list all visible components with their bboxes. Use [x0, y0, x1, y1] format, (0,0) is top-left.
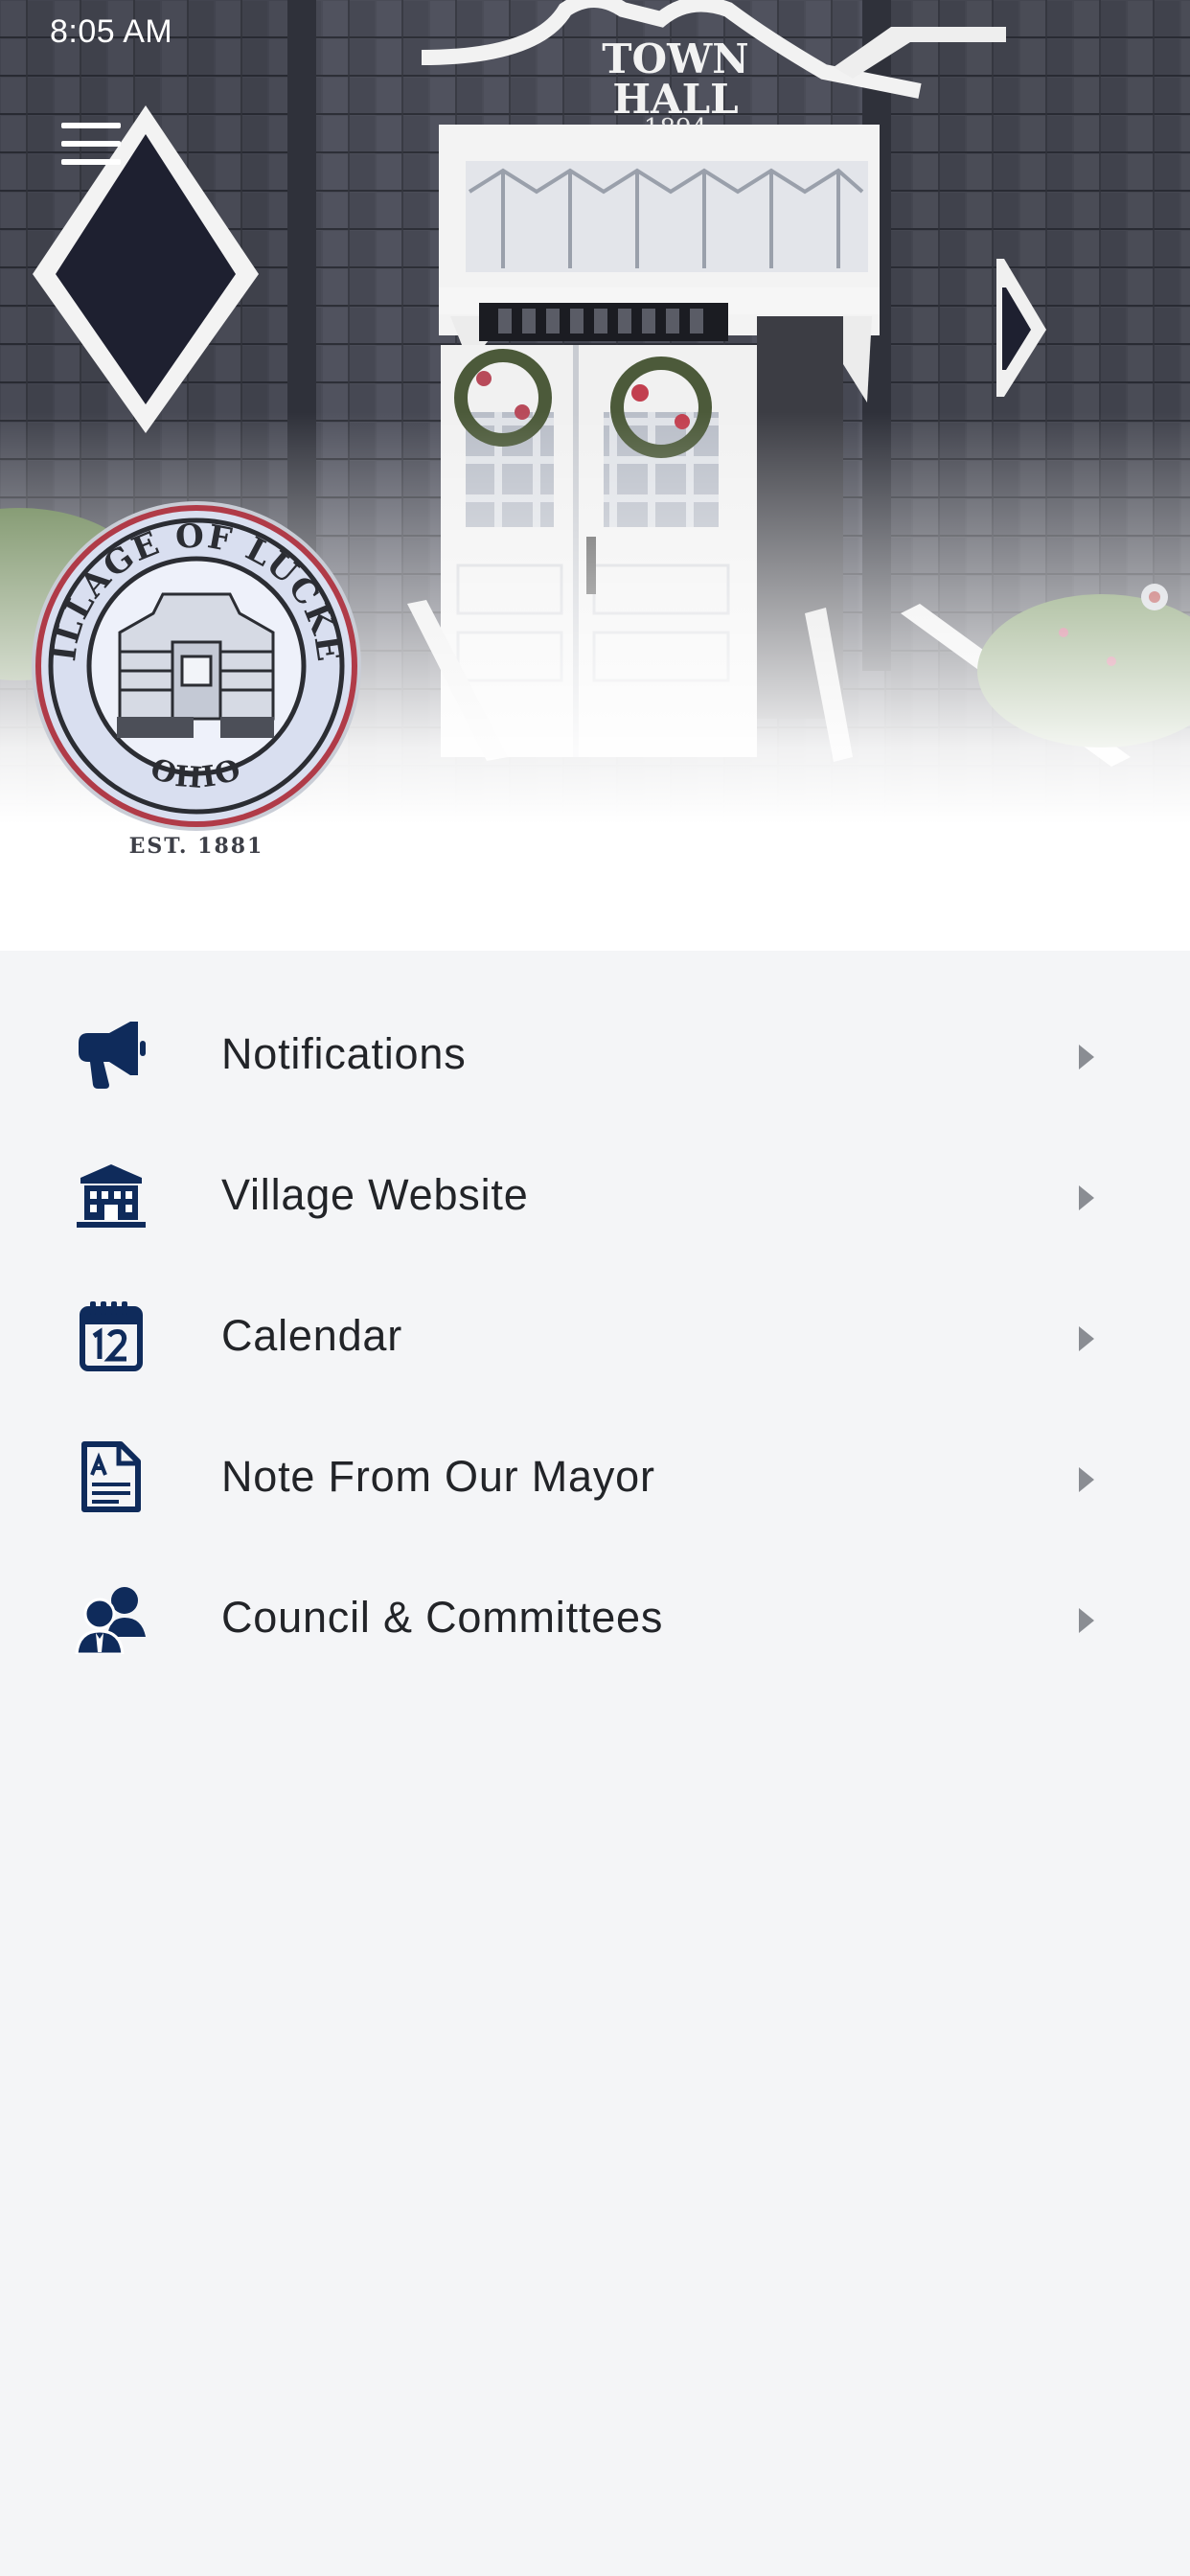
chevron-right-icon [1079, 1467, 1094, 1492]
chevron-right-icon [1079, 1326, 1094, 1351]
menu-item-notifications[interactable]: Notifications [0, 951, 1190, 1092]
chevron-right-icon [1079, 1045, 1094, 1070]
chevron-right-icon [1079, 1185, 1094, 1210]
document-icon [81, 1441, 141, 1512]
seal-established-text: EST. 1881 [129, 834, 264, 859]
status-bar-time: 8:05 AM [50, 13, 173, 50]
hamburger-menu-icon[interactable] [50, 113, 130, 174]
menu-item-village-website[interactable]: Village Website [0, 1092, 1190, 1232]
chevron-right-icon [1079, 1608, 1094, 1633]
header-hero: TOWN HALL 1894 [0, 0, 1190, 951]
menu-item-label: Note From Our Mayor [221, 1452, 655, 1501]
calendar-icon [80, 1301, 143, 1371]
home-screen: TOWN HALL 1894 [0, 0, 1190, 2576]
menu-item-label: Village Website [221, 1170, 529, 1219]
megaphone-icon [79, 1022, 146, 1089]
main-menu-list: Notifications Village Website Calendar N… [0, 951, 1190, 1655]
people-icon [75, 1587, 146, 1654]
menu-item-label: Council & Committees [221, 1593, 664, 1642]
menu-item-note-from-mayor[interactable]: Note From Our Mayor [0, 1373, 1190, 1514]
building-icon [77, 1164, 146, 1228]
menu-item-council-committees[interactable]: Council & Committees [0, 1514, 1190, 1655]
menu-item-calendar[interactable]: Calendar [0, 1232, 1190, 1373]
menu-item-label: Calendar [221, 1311, 403, 1360]
village-seal-logo: VILLAGE OF LUCKEY OHIO EST. 1881 [29, 498, 361, 859]
menu-item-label: Notifications [221, 1029, 467, 1078]
